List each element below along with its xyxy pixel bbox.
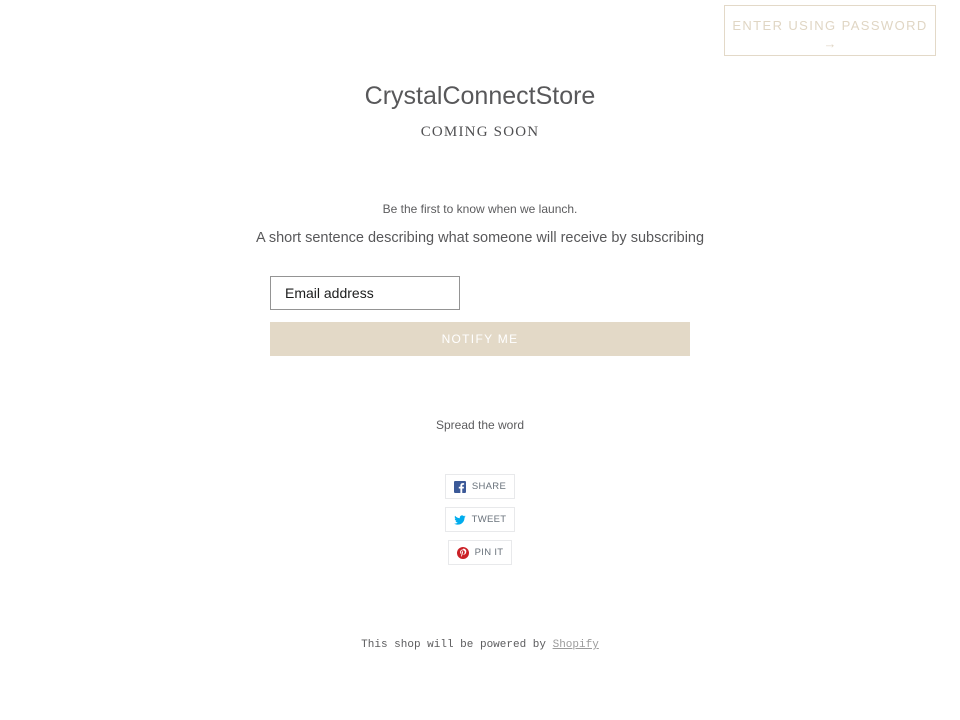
- pinterest-icon: [456, 546, 469, 559]
- social-share-list: Share Tweet Pin it: [0, 474, 960, 573]
- arrow-right-icon: →: [823, 35, 837, 51]
- tweet-button-label: Tweet: [471, 514, 507, 525]
- email-input[interactable]: [270, 276, 460, 310]
- enter-password-button[interactable]: Enter using password →: [724, 5, 936, 56]
- store-title: CrystalConnectStore: [364, 82, 596, 110]
- newsletter-description: A short sentence describing what someone…: [255, 230, 705, 246]
- password-page: Enter using password → CrystalConnectSto…: [0, 0, 960, 720]
- powered-by-footer: This shop will be powered by Shopify: [0, 639, 960, 651]
- enter-password-label: Enter using password: [732, 17, 928, 33]
- pin-button-label: Pin it: [474, 547, 504, 558]
- coming-soon-heading: Coming soon: [420, 124, 540, 140]
- notify-me-button[interactable]: Notify me: [270, 322, 690, 356]
- shopify-link[interactable]: Shopify: [553, 639, 599, 651]
- twitter-tweet-button[interactable]: Tweet: [444, 507, 516, 532]
- powered-by-text: This shop will be powered by: [361, 639, 546, 651]
- share-heading: Spread the word: [435, 418, 525, 432]
- facebook-share-button[interactable]: Share: [444, 474, 516, 499]
- newsletter-tagline: Be the first to know when we launch.: [382, 202, 578, 216]
- facebook-icon: [453, 480, 466, 493]
- pinterest-pin-button[interactable]: Pin it: [447, 540, 513, 565]
- share-button-label: Share: [471, 481, 507, 492]
- twitter-icon: [453, 514, 466, 525]
